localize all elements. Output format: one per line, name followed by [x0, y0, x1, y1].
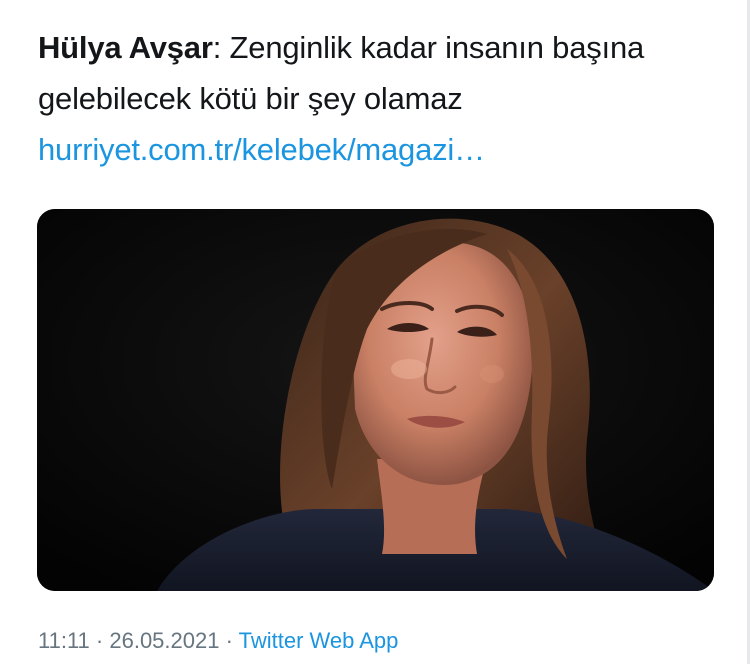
meta-separator: ·	[219, 628, 239, 653]
author-name[interactable]: Hülya Avşar	[38, 30, 213, 65]
tweet-time[interactable]: 11:11	[38, 628, 90, 653]
tweet-meta: 11:11 · 26.05.2021 · Twitter Web App	[38, 628, 398, 654]
tweet-text: Hülya Avşar: Zenginlik kadar insanın baş…	[38, 22, 718, 175]
meta-separator: ·	[89, 628, 110, 653]
portrait-photo	[37, 209, 714, 591]
tweet-source[interactable]: Twitter Web App	[239, 628, 399, 653]
article-link[interactable]: hurriyet.com.tr/kelebek/magazi…	[38, 124, 718, 175]
author-separator: :	[212, 30, 222, 65]
tweet-card: Hülya Avşar: Zenginlik kadar insanın baş…	[0, 0, 750, 664]
tweet-date[interactable]: 26.05.2021	[109, 628, 219, 653]
tweet-photo[interactable]	[37, 209, 714, 591]
